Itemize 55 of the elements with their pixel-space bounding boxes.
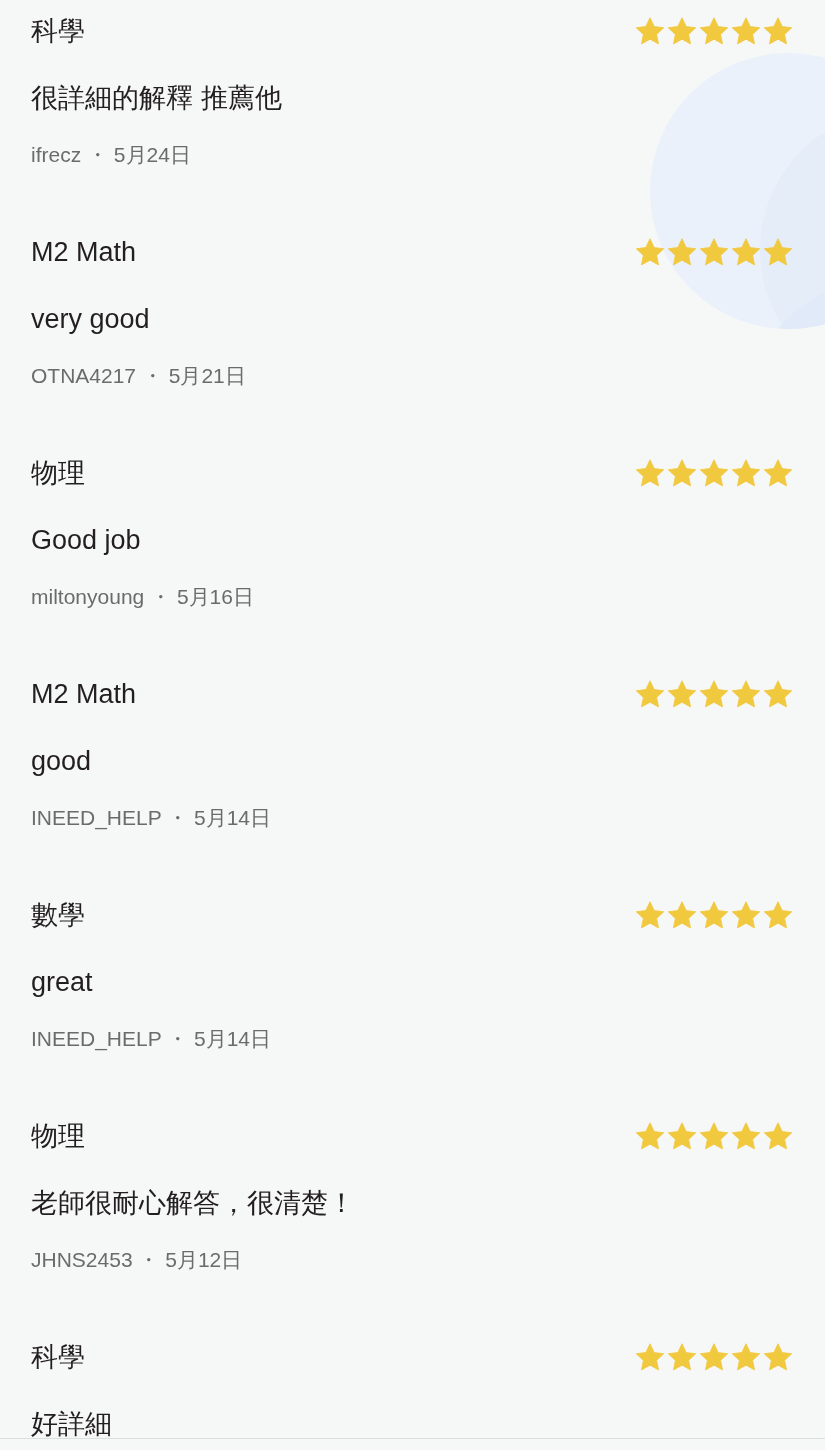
subject-label: 數學: [31, 899, 85, 932]
review-author-date: JHNS2453 ・ 5月12日: [31, 1247, 244, 1273]
star-icon: [700, 1343, 728, 1371]
star-icon: [636, 901, 664, 929]
subject-label: 物理: [31, 457, 85, 490]
star-icon: [732, 459, 760, 487]
review-comment: good: [31, 747, 93, 775]
star-icon: [636, 680, 664, 708]
star-icon: [764, 901, 792, 929]
star-icon: [732, 901, 760, 929]
review-comment: 好詳細: [31, 1410, 113, 1438]
star-icon: [700, 1122, 728, 1150]
star-icon: [700, 17, 728, 45]
star-icon: [636, 17, 664, 45]
star-icon: [668, 459, 696, 487]
star-icon: [764, 680, 792, 708]
star-icon: [700, 459, 728, 487]
star-icon: [668, 1343, 696, 1371]
star-icon: [636, 1122, 664, 1150]
star-icon: [700, 238, 728, 266]
subject-label: 科學: [31, 15, 85, 48]
star-icon: [636, 1343, 664, 1371]
review-author-date: OTNA4217 ・ 5月21日: [31, 363, 247, 389]
review-comment: great: [31, 968, 94, 996]
star-icon: [668, 1122, 696, 1150]
star-icon: [764, 459, 792, 487]
star-icon: [668, 901, 696, 929]
subject-label: M2 Math: [31, 678, 137, 711]
star-icon: [668, 680, 696, 708]
subject-label: 科學: [31, 1341, 85, 1374]
star-icon: [732, 1122, 760, 1150]
review-author-date: miltonyoung ・ 5月16日: [31, 584, 255, 610]
review-author-date: INEED_HELP ・ 5月14日: [31, 805, 273, 832]
subject-label: 物理: [31, 1120, 85, 1153]
review-comment: 很詳細的解釋 推薦他: [31, 84, 283, 112]
star-icon: [764, 1343, 792, 1371]
star-icon: [668, 238, 696, 266]
star-icon: [764, 17, 792, 45]
subject-label: M2 Math: [31, 236, 137, 269]
review-comment: 老師很耐心解答，很清楚！: [31, 1189, 356, 1217]
star-icon: [700, 901, 728, 929]
review-comment: Good job: [31, 526, 142, 554]
star-icon: [732, 1343, 760, 1371]
star-icon: [764, 1122, 792, 1150]
review-comment: very good: [31, 305, 151, 333]
star-icon: [668, 17, 696, 45]
review-author-date: INEED_HELP ・ 5月14日: [31, 1026, 273, 1053]
star-icon: [732, 680, 760, 708]
star-icon: [764, 238, 792, 266]
star-icon: [636, 459, 664, 487]
review-author-date: ifrecz ・ 5月24日: [31, 142, 192, 168]
star-icon: [636, 238, 664, 266]
star-icon: [732, 238, 760, 266]
star-icon: [732, 17, 760, 45]
star-icon: [700, 680, 728, 708]
